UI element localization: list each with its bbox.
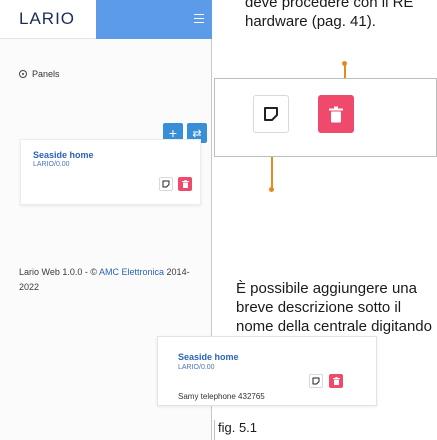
note-button[interactable]: [159, 177, 173, 191]
note-button-example[interactable]: [309, 374, 323, 388]
menu-button[interactable]: [96, 0, 212, 39]
delete-button[interactable]: [178, 177, 192, 191]
panel-card[interactable]: Seaside home LARIO/0.00: [20, 139, 201, 205]
panels-label: Panels: [32, 69, 60, 79]
note-icon: [264, 107, 278, 121]
panel-name: Seaside home: [33, 150, 94, 160]
note-icon: [162, 180, 170, 188]
footer-copyright: Lario Web 1.0.0 - © AMC Elettronica 2014…: [19, 267, 190, 292]
example-panel-description: Samy telephone 432765: [178, 392, 265, 401]
figure-label: fig. 5.1: [218, 420, 258, 435]
note-button-zoomed[interactable]: [253, 95, 289, 133]
delete-button-zoomed[interactable]: [318, 95, 354, 133]
panels-heading: Panels: [19, 69, 60, 79]
panels-icon: [19, 70, 27, 78]
leader-dot-top: [342, 61, 347, 66]
figure-divider: [214, 420, 215, 440]
note-icon: [312, 377, 320, 385]
callout-text-top: deve procedere con il RE hardware (pag. …: [245, 0, 414, 30]
lario-logo: LARIO: [19, 9, 76, 28]
menu-icon: [194, 14, 204, 23]
trash-icon: [181, 180, 189, 188]
trash-icon: [329, 106, 343, 122]
swap-icon: ⇄: [192, 127, 202, 140]
panel-code: LARIO/0.00: [33, 161, 70, 168]
example-panel-code: LARIO/0.00: [178, 364, 215, 371]
amc-link[interactable]: AMC Elettronica: [99, 267, 164, 277]
trash-icon: [332, 377, 340, 385]
leader-line-mid: [271, 157, 273, 189]
example-panel-card: Seaside home LARIO/0.00 Samy telephone 4…: [157, 336, 377, 406]
leader-dot-mid: [269, 187, 274, 192]
delete-button-example[interactable]: [329, 374, 343, 388]
top-bar: LARIO: [0, 0, 212, 39]
example-panel-name: Seaside home: [178, 352, 239, 362]
zoomed-buttons-box: [214, 78, 437, 157]
plus-icon: +: [168, 125, 178, 141]
